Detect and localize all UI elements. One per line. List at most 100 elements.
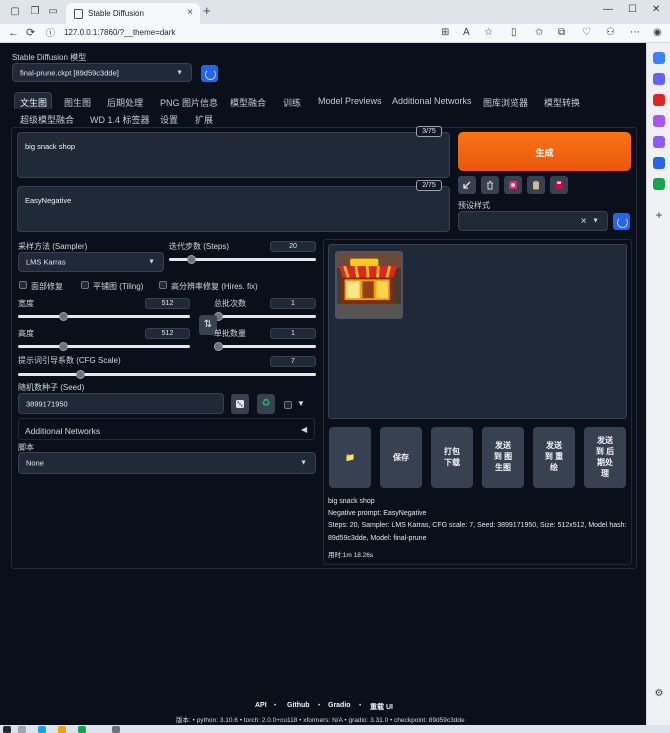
settings-icon[interactable]: ⚙ (653, 688, 665, 700)
m365-icon[interactable] (653, 136, 665, 148)
apply-style-button[interactable] (527, 176, 545, 194)
footer-api-link[interactable]: API (255, 702, 267, 709)
hires-fix-checkbox[interactable] (159, 281, 167, 289)
minimize-icon[interactable]: — (603, 4, 613, 15)
tag-icon[interactable] (653, 73, 665, 85)
height-slider[interactable] (18, 345, 190, 348)
edge-icon[interactable] (38, 726, 46, 733)
sampler-select[interactable]: LMS Karras ▼ (18, 252, 164, 272)
browser-tab[interactable]: Stable Diffusion × (66, 3, 200, 24)
negative-prompt-field[interactable]: EasyNegative (17, 186, 450, 232)
batch-count-input[interactable]: 1 (270, 298, 316, 309)
save-button[interactable]: 保存 (380, 427, 422, 488)
open-folder-button[interactable]: 📁 (329, 427, 371, 488)
clear-prompt-button[interactable] (481, 176, 499, 194)
favorites-icon[interactable]: ✩ (535, 27, 543, 39)
preset-styles-select[interactable]: ✕ ▼ (458, 211, 608, 231)
tab-train[interactable]: 训练 (283, 96, 301, 109)
steps-slider-thumb[interactable] (186, 255, 196, 264)
save-style-button[interactable] (550, 176, 568, 194)
tab-model-previews[interactable]: Model Previews (318, 96, 382, 106)
outlook-icon[interactable] (653, 157, 665, 169)
app-icon[interactable] (112, 726, 120, 733)
explorer-icon[interactable] (58, 726, 66, 733)
collections-icon[interactable]: ❐ (28, 5, 42, 19)
new-tab-icon[interactable]: + (203, 4, 211, 17)
copilot-icon[interactable]: ◉ (653, 27, 662, 39)
width-slider-thumb[interactable] (58, 312, 68, 321)
face-restore-checkbox[interactable] (19, 281, 27, 289)
tab-image-browser[interactable]: 图库浏览器 (483, 96, 528, 109)
width-slider[interactable] (18, 315, 190, 318)
steps-input[interactable]: 20 (270, 241, 316, 252)
batch-size-slider-thumb[interactable] (214, 342, 223, 351)
model-select[interactable]: final-prune.ckpt [89d59c3dde] ▼ (12, 63, 192, 82)
refresh-models-button[interactable] (201, 65, 218, 82)
tab-wd14-tagger[interactable]: WD 1.4 标签器 (90, 113, 150, 126)
additional-networks-accordion[interactable]: Additional Networks ◀ (18, 418, 315, 440)
tab-actions-icon[interactable]: ▭ (46, 5, 60, 19)
footer-reload-ui-link[interactable]: 重载 UI (370, 702, 393, 712)
search-icon[interactable] (653, 52, 665, 64)
cfg-slider-thumb[interactable] (75, 370, 85, 379)
batch-size-slider[interactable] (214, 345, 316, 348)
extensions-icon[interactable]: ⚇ (606, 27, 615, 39)
footer-github-link[interactable]: Github (287, 702, 310, 709)
clear-icon[interactable]: ✕ (580, 217, 587, 226)
reuse-seed-button[interactable]: ♻ (257, 394, 275, 414)
cfg-input[interactable]: 7 (270, 356, 316, 367)
read-aloud-icon[interactable]: A (463, 27, 470, 39)
seed-input[interactable]: 3899171950 (18, 393, 224, 414)
window-close-icon[interactable]: ✕ (652, 4, 660, 15)
favorite-icon[interactable]: ☆ (484, 27, 493, 39)
tab-extras[interactable]: 后期处理 (107, 96, 143, 109)
send-to-img2img-button[interactable]: 发送 到 图 生图 (482, 427, 524, 488)
batch-size-input[interactable]: 1 (270, 328, 316, 339)
taskbar-search-icon[interactable] (18, 726, 26, 733)
tab-model-converter[interactable]: 模型转换 (544, 96, 580, 109)
more-icon[interactable]: ⋯ (630, 27, 640, 39)
refresh-icon[interactable]: ⟳ (26, 27, 35, 39)
collections-bar-icon[interactable]: ⧉ (558, 27, 565, 39)
prompt-field[interactable]: big snack shop (17, 132, 450, 178)
read-params-button[interactable] (458, 176, 476, 194)
tab-settings[interactable]: 设置 (160, 113, 178, 126)
games-icon[interactable] (653, 115, 665, 127)
close-tab-icon[interactable]: × (187, 7, 193, 18)
tools-icon[interactable] (653, 178, 665, 190)
tiling-checkbox[interactable] (81, 281, 89, 289)
toolbox-icon[interactable] (653, 94, 665, 106)
tab-txt2img[interactable]: 文生图 (20, 96, 47, 109)
script-select[interactable]: None ▼ (18, 452, 316, 474)
height-input[interactable]: 512 (145, 328, 190, 339)
footer-gradio-link[interactable]: Gradio (328, 702, 351, 709)
url-text[interactable]: 127.0.0.1:7860/?__theme=dark (64, 28, 175, 37)
height-slider-thumb[interactable] (58, 342, 68, 351)
maximize-icon[interactable]: ☐ (628, 4, 637, 15)
app-icon[interactable] (78, 726, 86, 733)
generated-image-thumbnail[interactable] (335, 251, 403, 319)
random-seed-button[interactable] (231, 394, 249, 414)
apps-icon[interactable]: ⊞ (441, 27, 449, 39)
tab-img2img[interactable]: 图生图 (64, 96, 91, 109)
split-screen-icon[interactable]: ▯ (511, 27, 517, 39)
profile-icon[interactable]: ▢ (8, 5, 22, 19)
width-input[interactable]: 512 (145, 298, 190, 309)
zip-button[interactable]: 打包 下载 (431, 427, 473, 488)
start-icon[interactable] (3, 726, 11, 733)
add-icon[interactable]: + (653, 209, 665, 221)
refresh-styles-button[interactable] (613, 213, 630, 230)
caret-down-icon[interactable]: ▼ (297, 399, 305, 408)
browser-essentials-icon[interactable]: ♡ (582, 27, 591, 39)
extra-seed-checkbox[interactable] (284, 401, 292, 409)
batch-count-slider[interactable] (214, 315, 316, 318)
cfg-slider[interactable] (18, 373, 316, 376)
send-to-extras-button[interactable]: 发送 到 后 期处 理 (584, 427, 626, 488)
tab-supermerger[interactable]: 超级模型融合 (20, 113, 74, 126)
info-icon[interactable]: ⓘ (46, 27, 55, 39)
tab-extensions[interactable]: 扩展 (195, 113, 213, 126)
tab-checkpoint-merger[interactable]: 模型融合 (230, 96, 266, 109)
generate-button[interactable]: 生成 (458, 132, 631, 171)
back-icon[interactable]: ← (8, 27, 19, 39)
extra-networks-button[interactable] (504, 176, 522, 194)
